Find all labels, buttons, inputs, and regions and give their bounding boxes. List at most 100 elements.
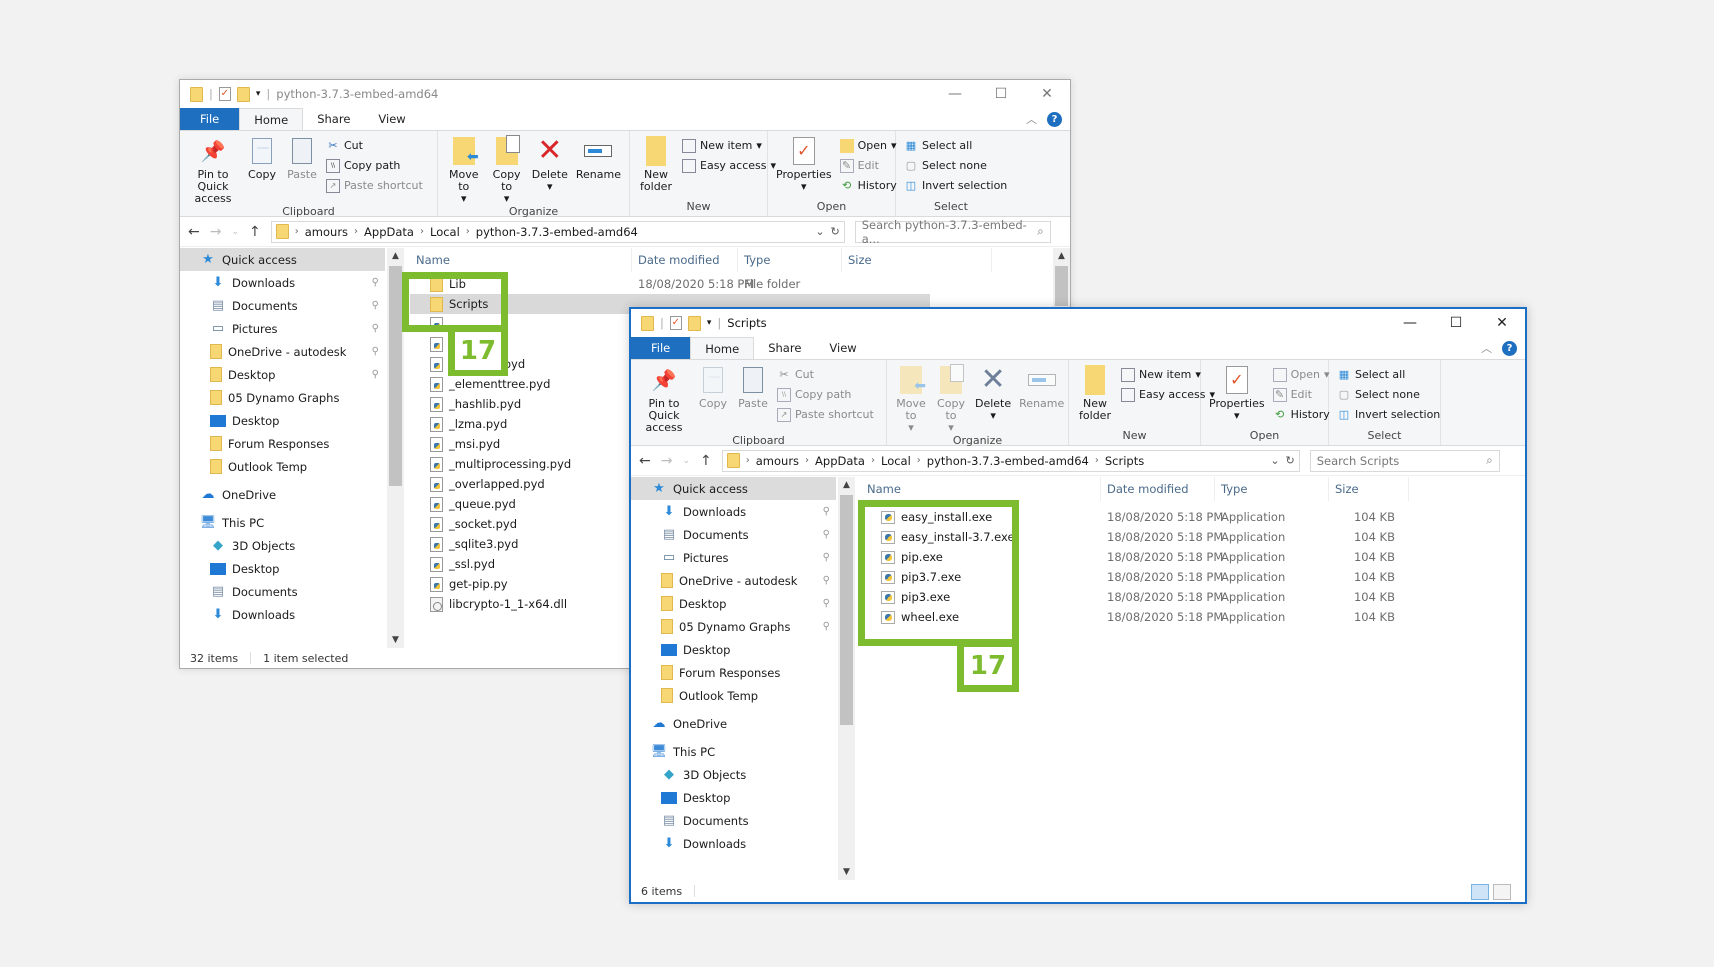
history-button[interactable]: ⟲ History <box>840 177 897 194</box>
tab-share[interactable]: Share <box>754 337 815 359</box>
new-folder-button[interactable]: New folder <box>634 135 678 200</box>
column-header-size[interactable]: Size <box>1329 477 1409 501</box>
file-row[interactable]: easy_install.exe 18/08/2020 5:18 PM Applic… <box>861 507 1525 527</box>
breadcrumb-item[interactable]: Scripts <box>1105 454 1144 468</box>
search-input[interactable]: Search Scripts ⌕ <box>1309 449 1500 472</box>
nav-item[interactable]: 05 Dynamo Graphs <box>180 386 385 409</box>
breadcrumb-item[interactable]: Local <box>881 454 911 468</box>
copy-button[interactable]: Copy <box>693 364 733 434</box>
file-row[interactable]: pip3.7.exe 18/08/2020 5:18 PM Application 1… <box>861 567 1525 587</box>
qat-dropdown-icon[interactable]: ▾ <box>707 318 712 328</box>
rename-button[interactable]: Rename <box>1015 364 1068 434</box>
select-none-button[interactable]: ▢ Select none <box>904 157 1007 174</box>
nav-item[interactable]: ☁ OneDrive <box>180 483 385 506</box>
file-row[interactable]: pip3.exe 18/08/2020 5:18 PM Application 104… <box>861 587 1525 607</box>
file-row[interactable]: wheel.exe 18/08/2020 5:18 PM Application 10… <box>861 607 1525 627</box>
nav-item[interactable]: 🖥 This PC <box>180 511 385 534</box>
pin-icon[interactable]: ⚲ <box>823 552 830 563</box>
nav-item[interactable]: Desktop <box>631 786 836 809</box>
back-button[interactable]: ← <box>639 453 651 469</box>
maximize-button[interactable]: ☐ <box>978 80 1024 108</box>
move-to-button[interactable]: Move to ▾ <box>891 364 931 434</box>
nav-item[interactable]: ▭ Pictures ⚲ <box>180 317 385 340</box>
nav-item[interactable]: Desktop <box>180 409 385 432</box>
history-button[interactable]: ⟲ History <box>1273 406 1330 423</box>
column-header-date[interactable]: Date modified <box>632 248 738 272</box>
open-button[interactable]: Open ▾ <box>839 137 897 154</box>
file-row[interactable]: easy_install-3.7.exe 18/08/2020 5:18 PM Ap… <box>861 527 1525 547</box>
up-button[interactable]: ↑ <box>249 224 261 240</box>
breadcrumb-item[interactable]: python-3.7.3-embed-amd64 <box>476 225 638 239</box>
nav-item[interactable]: ▤ Documents ⚲ <box>180 294 385 317</box>
cut-button[interactable]: ✂ Cut <box>326 137 423 154</box>
properties-qat-icon[interactable]: ✓ <box>218 87 231 101</box>
breadcrumb-item[interactable]: amours <box>756 454 799 468</box>
address-bar[interactable]: › amours › AppData › Local › python-3.7.3-e… <box>721 449 1300 472</box>
breadcrumb-item[interactable]: AppData <box>364 225 414 239</box>
nav-item[interactable]: Desktop ⚲ <box>631 592 836 615</box>
nav-item[interactable]: OneDrive - autodesk ⚲ <box>180 340 385 363</box>
nav-item[interactable]: ▤ Documents ⚲ <box>631 523 836 546</box>
qat-dropdown-icon[interactable]: ▾ <box>256 89 261 99</box>
nav-item[interactable]: Desktop ⚲ <box>180 363 385 386</box>
paste-shortcut-button[interactable]: ↗ Paste shortcut <box>326 177 423 194</box>
nav-item[interactable]: ★ Quick access <box>631 477 836 500</box>
nav-scrollbar[interactable]: ▲ ▼ <box>838 477 855 880</box>
breadcrumb-item[interactable]: amours <box>305 225 348 239</box>
paste-button[interactable]: Paste <box>282 135 322 205</box>
tab-home[interactable]: Home <box>690 337 755 359</box>
pin-icon[interactable]: ⚲ <box>823 575 830 586</box>
recent-locations-button[interactable]: ⌄ <box>231 227 239 237</box>
nav-item[interactable]: ⬇ Downloads ⚲ <box>180 271 385 294</box>
copy-path-button[interactable]: \\ Copy path <box>326 157 423 174</box>
select-none-button[interactable]: ▢ Select none <box>1337 386 1440 403</box>
address-dropdown-icon[interactable]: ⌄ <box>1270 454 1279 467</box>
nav-item[interactable]: OneDrive - autodesk ⚲ <box>631 569 836 592</box>
column-header-name[interactable]: Name <box>410 248 632 272</box>
nav-scrollbar[interactable]: ▲ ▼ <box>387 248 404 648</box>
properties-qat-icon[interactable]: ✓ <box>669 316 682 330</box>
help-icon[interactable]: ? <box>1047 111 1062 127</box>
select-all-button[interactable]: ▦ Select all <box>904 137 1007 154</box>
nav-item[interactable]: Forum Responses <box>180 432 385 455</box>
copy-to-button[interactable]: Copy to ▾ <box>486 135 528 205</box>
cut-button[interactable]: ✂ Cut <box>777 366 874 383</box>
refresh-icon[interactable]: ↻ <box>831 225 840 238</box>
nav-item[interactable]: Desktop <box>631 638 836 661</box>
column-header-name[interactable]: Name <box>861 477 1101 501</box>
pin-icon[interactable]: ⚲ <box>372 300 379 311</box>
invert-selection-button[interactable]: ◫ Invert selection <box>1337 406 1440 423</box>
pin-icon[interactable]: ⚲ <box>823 506 830 517</box>
copy-button[interactable]: Copy <box>242 135 282 205</box>
nav-item[interactable]: 🖥 This PC <box>631 740 836 763</box>
tab-view[interactable]: View <box>815 337 870 359</box>
tab-file[interactable]: File <box>180 108 240 130</box>
address-bar[interactable]: › amours › AppData › Local › python-3.7.3-e… <box>270 220 845 243</box>
recent-locations-button[interactable]: ⌄ <box>682 456 690 466</box>
column-header-date[interactable]: Date modified <box>1101 477 1215 501</box>
large-icons-view-button[interactable] <box>1493 884 1511 900</box>
properties-button[interactable]: ✓ Properties ▾ <box>1205 364 1269 429</box>
breadcrumb-item[interactable]: Local <box>430 225 460 239</box>
pin-icon[interactable]: ⚲ <box>823 529 830 540</box>
nav-item[interactable]: ◆ 3D Objects <box>180 534 385 557</box>
invert-selection-button[interactable]: ◫ Invert selection <box>904 177 1007 194</box>
search-input[interactable]: Search python-3.7.3-embed-a... ⌕ <box>854 218 1051 246</box>
close-button[interactable]: ✕ <box>1479 309 1525 337</box>
file-row[interactable]: Lib 18/08/2020 5:18 PM File folder <box>410 274 1070 294</box>
nav-item[interactable]: ▤ Documents <box>180 580 385 603</box>
tab-home[interactable]: Home <box>239 108 304 130</box>
forward-button[interactable]: → <box>210 224 222 240</box>
nav-item[interactable]: ⬇ Downloads ⚲ <box>631 500 836 523</box>
new-folder-qat-icon[interactable] <box>236 86 250 102</box>
nav-item[interactable]: ☁ OneDrive <box>631 712 836 735</box>
nav-item[interactable]: Outlook Temp <box>180 455 385 478</box>
paste-shortcut-button[interactable]: ↗ Paste shortcut <box>777 406 874 423</box>
minimize-button[interactable]: — <box>1387 309 1433 337</box>
nav-item[interactable]: Outlook Temp <box>631 684 836 707</box>
up-button[interactable]: ↑ <box>700 453 712 469</box>
delete-button[interactable]: ✕ Delete ▾ <box>971 364 1015 434</box>
breadcrumb-item[interactable]: AppData <box>815 454 865 468</box>
column-header-type[interactable]: Type <box>738 248 842 272</box>
move-to-button[interactable]: Move to ▾ <box>442 135 486 205</box>
